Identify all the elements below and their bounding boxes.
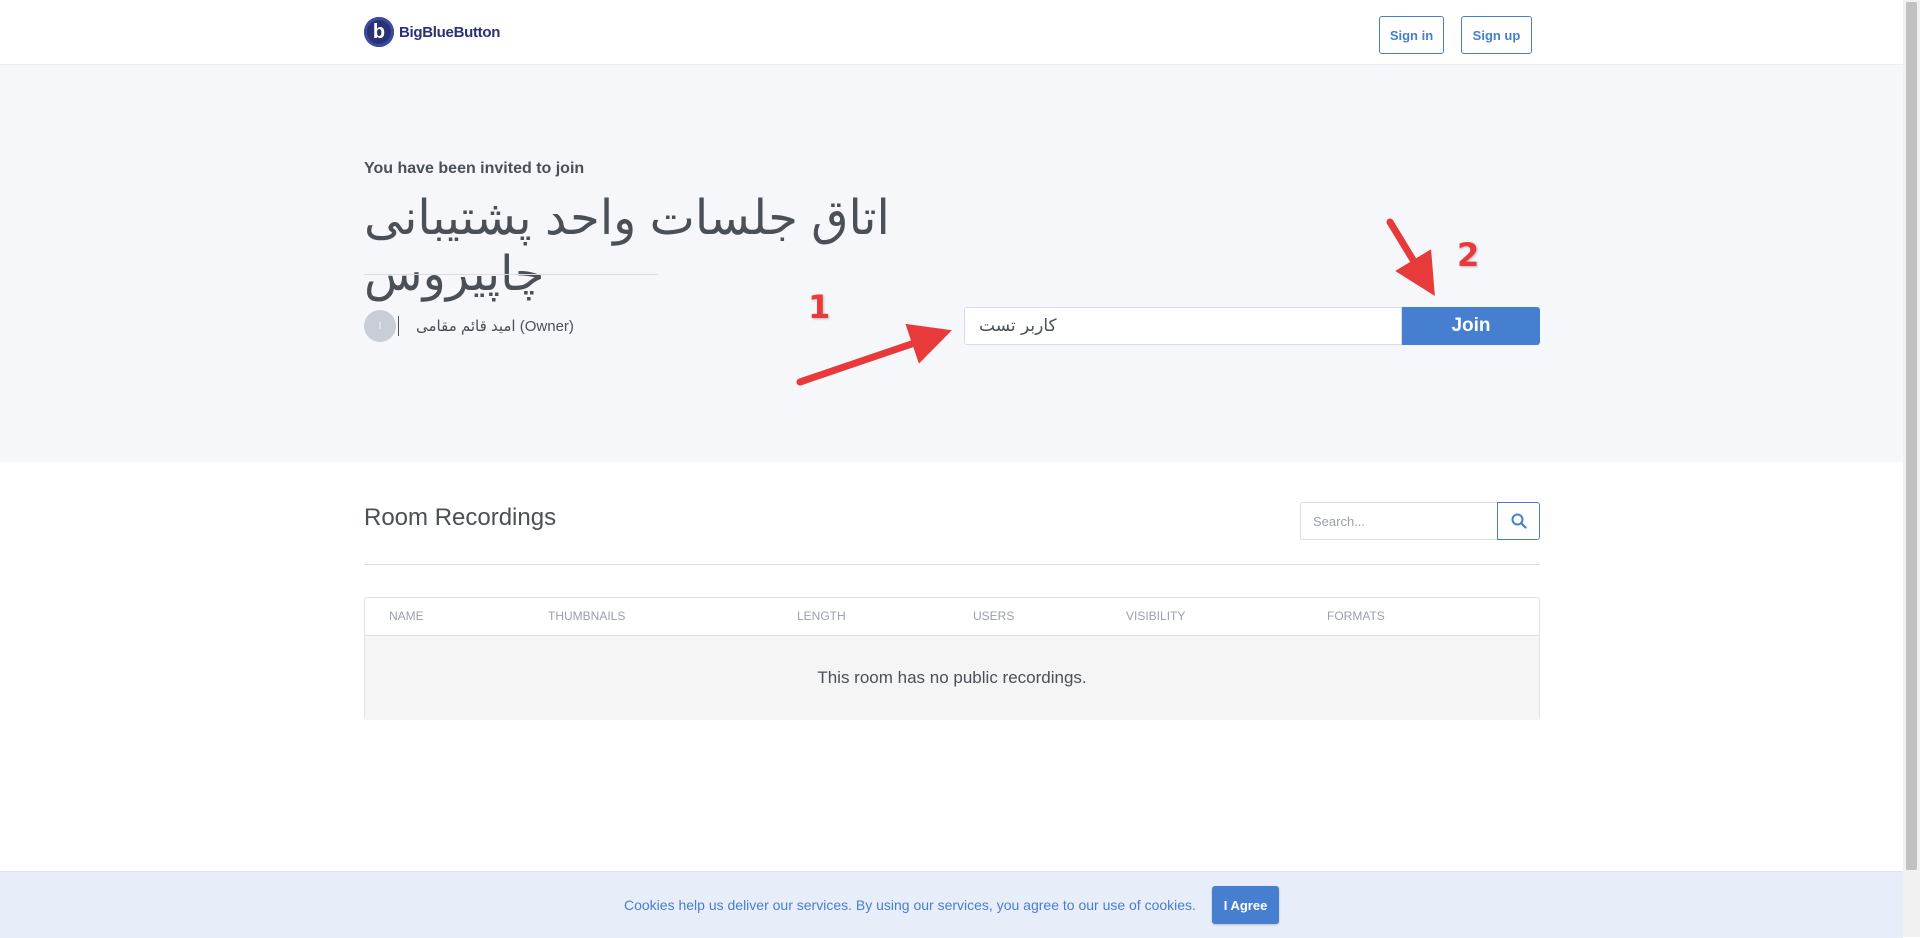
search-button[interactable] (1497, 502, 1540, 540)
room-title: اتاق جلسات واحد پشتیبانی چاپیروس (364, 192, 890, 301)
logo-icon: b (364, 17, 394, 47)
table-header: NAME THUMBNAILS LENGTH USERS VISIBILITY … (365, 598, 1539, 636)
top-navbar: b BigBlueButton Sign in Sign up (0, 0, 1903, 65)
cookie-banner: Cookies help us deliver our services. By… (0, 871, 1903, 938)
annotation-marker-2: 2 (1457, 236, 1480, 274)
column-users: USERS (973, 609, 1015, 623)
column-visibility: VISIBILITY (1126, 609, 1186, 623)
recordings-title: Room Recordings (364, 504, 557, 531)
join-button[interactable]: Join (1402, 307, 1540, 345)
invited-heading: You have been invited to join (364, 160, 585, 177)
cookie-text: Cookies help us deliver our services. By… (624, 897, 1196, 913)
annotation-marker-1: 1 (808, 288, 831, 326)
column-thumbnails: THUMBNAILS (548, 609, 626, 623)
page-scrollbar-thumb[interactable] (1906, 2, 1917, 870)
empty-recordings-message: This room has no public recordings. (365, 636, 1539, 720)
sign-up-button[interactable]: Sign up (1461, 16, 1532, 54)
owner-separator (398, 316, 399, 336)
logo-text: BigBlueButton (399, 23, 501, 41)
sign-in-button[interactable]: Sign in (1379, 16, 1444, 54)
title-divider (364, 274, 658, 275)
search-icon (1511, 513, 1527, 529)
room-owner: ا امید قائم مقامی (Owner) (364, 310, 574, 342)
bigbluebutton-logo[interactable]: b BigBlueButton (364, 16, 500, 48)
recordings-search-input[interactable]: Search... (1300, 502, 1498, 540)
column-formats: FORMATS (1327, 609, 1385, 623)
owner-name: امید قائم مقامی (Owner) (416, 318, 574, 335)
join-name-input[interactable] (964, 307, 1402, 345)
owner-avatar: ا (364, 310, 396, 342)
column-name: NAME (389, 609, 424, 623)
column-length: LENGTH (797, 609, 846, 623)
recordings-divider (364, 564, 1540, 565)
agree-cookies-button[interactable]: I Agree (1212, 886, 1279, 924)
recordings-table: NAME THUMBNAILS LENGTH USERS VISIBILITY … (364, 597, 1540, 720)
